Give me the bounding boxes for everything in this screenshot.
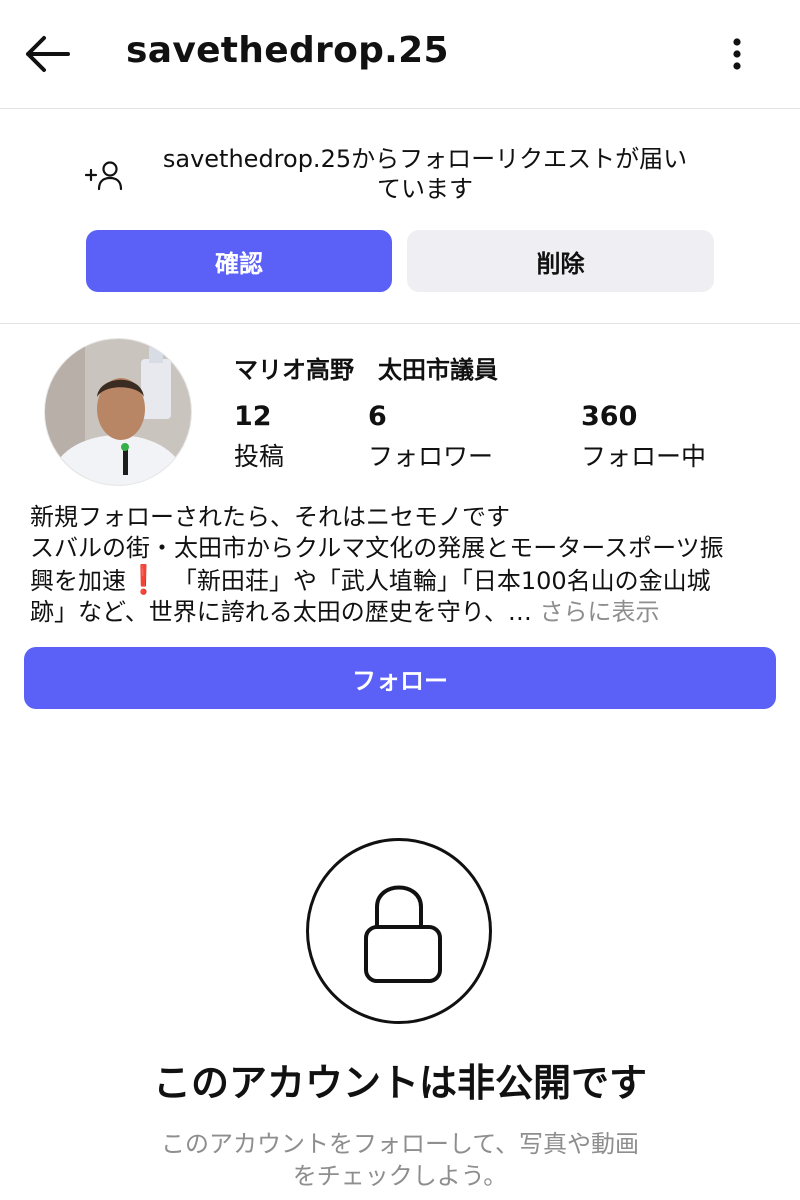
followers-stat[interactable]: 6 フォロワー: [368, 400, 493, 474]
bio-line: 跡」など、世界に誇れる太田の歴史を守り、… さらに表示: [30, 597, 780, 628]
subtitle-line: をチェックしよう。: [292, 1162, 508, 1190]
profile-bio: 新規フォローされたら、それはニセモノです スバルの街・太田市からクルマ文化の発展…: [30, 502, 780, 628]
follow-button[interactable]: フォロー: [24, 647, 776, 709]
followers-label: フォロワー: [368, 442, 494, 471]
bio-text: 興を加速: [30, 567, 126, 595]
posts-count: 12: [234, 401, 272, 432]
top-bar: savethedrop.25: [0, 0, 800, 109]
more-options-button[interactable]: [722, 34, 752, 74]
profile-name: マリオ高野 太田市議員: [234, 356, 498, 384]
following-label: フォロー中: [581, 442, 707, 471]
profile-photo: [45, 339, 191, 485]
delete-button[interactable]: 削除: [407, 230, 714, 292]
bio-text: 跡」など、世界に誇れる太田の歴史を守り、…: [30, 598, 540, 626]
posts-label: 投稿: [234, 442, 285, 471]
following-count: 360: [581, 401, 638, 432]
back-button[interactable]: [22, 30, 72, 78]
add-person-icon: [84, 161, 123, 191]
private-account-subtitle: このアカウントをフォローして、写真や動画 をチェックしよう。: [130, 1128, 670, 1192]
private-account-title: このアカウントは非公開です: [152, 1061, 647, 1105]
avatar[interactable]: [44, 338, 192, 486]
following-stat[interactable]: 360 フォロー中: [581, 400, 706, 474]
follow-request-text-line: savethedrop.25からフォローリクエストが届い: [162, 145, 688, 173]
see-more-link[interactable]: さらに表示: [539, 598, 659, 626]
lock-badge: [306, 838, 492, 1024]
subtitle-line: このアカウントをフォローして、写真や動画: [160, 1130, 640, 1158]
followers-count: 6: [368, 401, 387, 432]
exclamation-icon: ❗: [126, 563, 161, 596]
bio-line: 新規フォローされたら、それはニセモノです: [30, 503, 510, 531]
page-title: savethedrop.25: [126, 30, 449, 71]
lock-icon: [364, 885, 442, 983]
confirm-button[interactable]: 確認: [86, 230, 392, 292]
follow-request-text: savethedrop.25からフォローリクエストが届い ています: [130, 144, 720, 204]
bio-line: 興を加速❗ 「新田荘」や「武人埴輪」「日本100名山の金山城: [30, 564, 780, 597]
bio-text: 「新田荘」や「武人埴輪」「日本100名山の金山城: [160, 567, 711, 595]
arrow-left-icon: [26, 36, 70, 72]
follow-request-text-line: ています: [377, 175, 473, 203]
bio-line: スバルの街・太田市からクルマ文化の発展とモータースポーツ振: [30, 534, 724, 562]
more-vertical-icon: [733, 38, 741, 70]
posts-stat[interactable]: 12 投稿: [234, 400, 284, 474]
